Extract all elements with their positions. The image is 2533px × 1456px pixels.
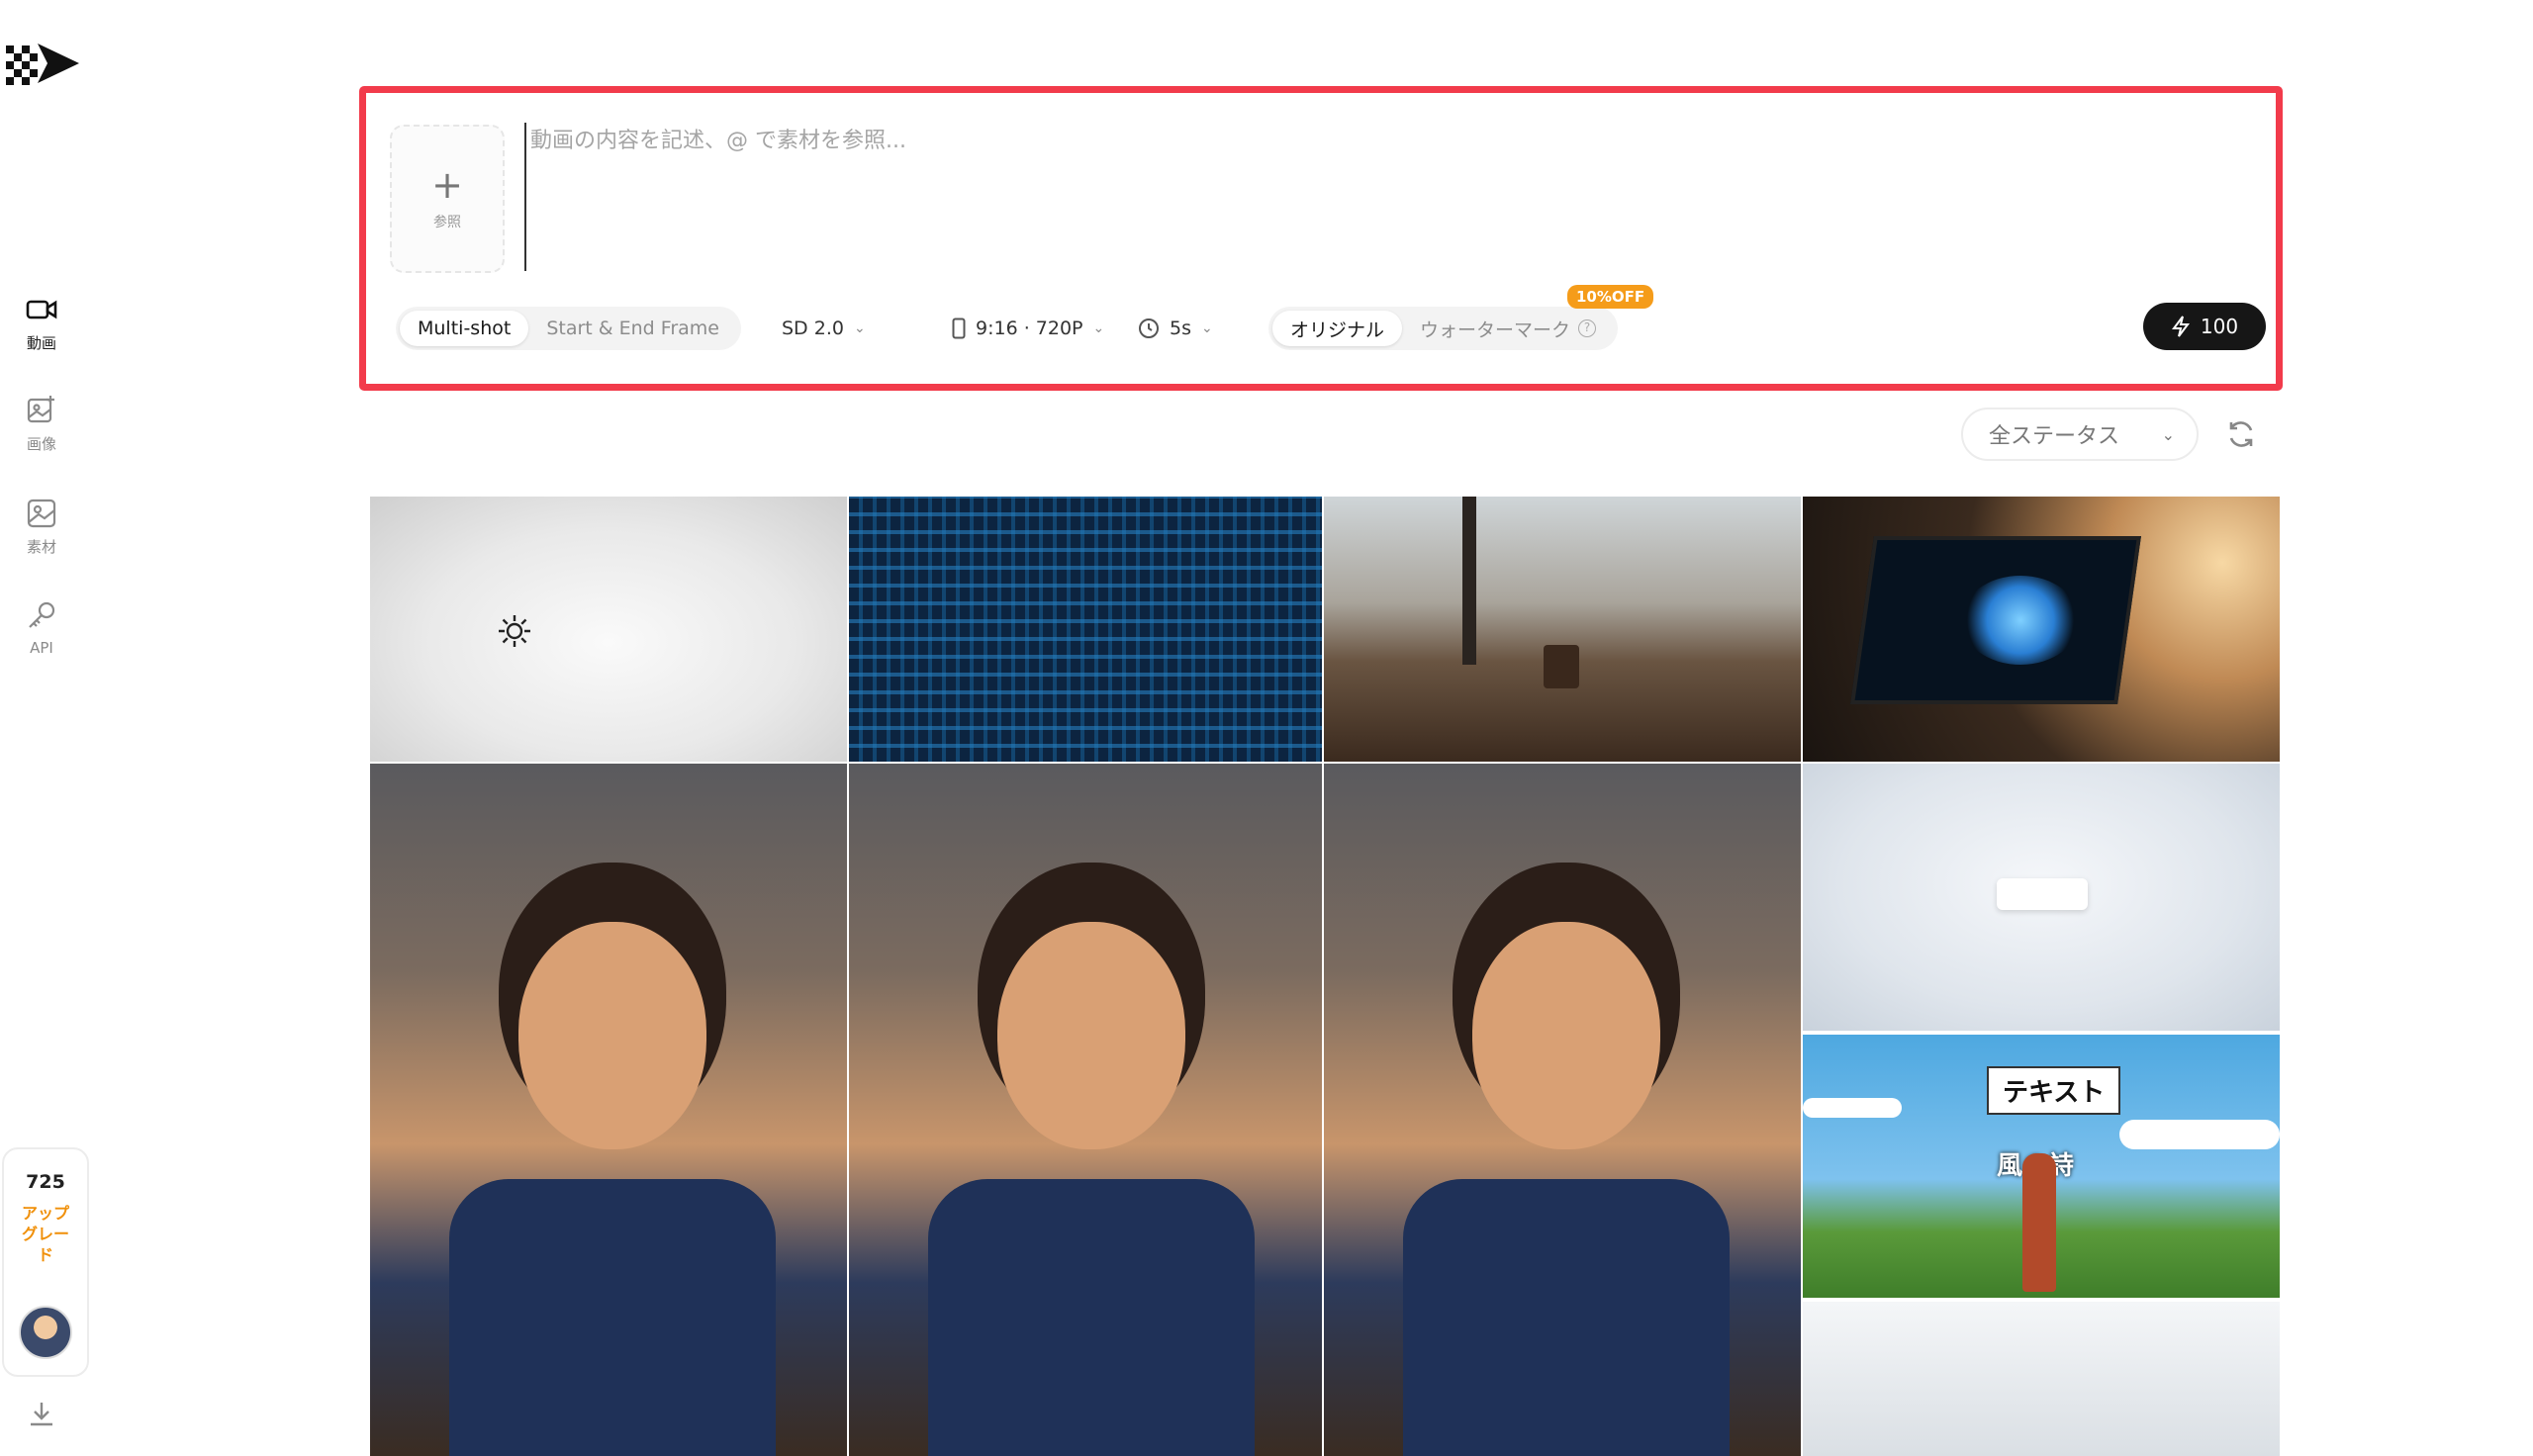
mode-toggle: Multi-shot Start & End Frame [396,307,741,350]
nav-label-video: 動画 [26,334,56,352]
tile-caption: テキスト [1987,1066,2121,1115]
girl-figure [2022,1153,2056,1292]
upgrade-link[interactable]: アップグレード [16,1203,75,1265]
aspect-ratio-value: 9:16 · 720P [976,318,1083,339]
duration-value: 5s [1170,318,1191,339]
composer-toolbar: Multi-shot Start & End Frame SD 2.0 ⌄ 9:… [396,285,2266,350]
lightning-icon [2171,316,2190,337]
generate-button[interactable]: 100 [2143,303,2266,350]
chevron-down-icon: ⌄ [1092,320,1105,336]
sidebar: 動画 画像 素材 API 725 アップグレード [0,0,89,1456]
gallery-item[interactable] [1324,764,1801,1456]
chevron-down-icon: ⌄ [1201,320,1213,336]
watermark-on-button[interactable]: ウォーターマーク? [1402,311,1614,346]
character-hoodie [449,1179,776,1456]
cloud [2119,1120,2280,1149]
avatar[interactable] [19,1306,72,1359]
duration-select[interactable]: 5s ⌄ [1138,307,1213,350]
clock-icon [1139,318,1159,338]
refresh-icon[interactable] [2222,415,2260,453]
status-filter-select[interactable]: 全ステータス ⌄ [1961,408,2199,461]
model-select[interactable]: SD 2.0 ⌄ [782,307,866,350]
chevron-down-icon: ⌄ [853,320,866,336]
phone-portrait-icon [952,318,966,339]
mode-start-end-frame-button[interactable]: Start & End Frame [528,311,737,346]
character-face [518,922,706,1149]
plus-icon: + [431,163,463,207]
app-logo-icon[interactable] [4,40,81,87]
reference-label: 参照 [433,215,461,230]
watermark-original-button[interactable]: オリジナル [1272,311,1403,346]
nav-label-api: API [30,639,53,657]
nav-item-api[interactable]: API [0,599,83,657]
help-icon[interactable]: ? [1578,319,1597,337]
window-frame [1462,497,1476,665]
gallery-item[interactable] [370,764,847,1456]
gallery-item[interactable] [1803,1302,2280,1456]
prompt-input[interactable] [524,123,2206,271]
image-icon [27,499,56,528]
chevron-down-icon: ⌄ [2161,424,2175,444]
key-icon [29,601,55,628]
gallery-item[interactable] [1803,497,2280,762]
character-face [997,922,1185,1149]
watermark-label: ウォーターマーク [1420,318,1571,341]
coffee-cup [1544,645,1579,688]
image-add-icon [27,396,54,423]
cloud [1803,1098,1902,1118]
watermark-toggle: オリジナル ウォーターマーク? [1268,307,1619,350]
gallery-item[interactable] [849,497,1322,762]
loading-gear-icon [499,615,530,647]
model-value: SD 2.0 [782,318,844,339]
app-page: 動画 画像 素材 API 725 アップグレード + 参照 動画の内容を記述、@… [0,0,2533,1456]
nav-label-image: 画像 [26,435,56,453]
gallery-item[interactable] [1803,764,2280,1031]
credits-card: 725 アップグレード [2,1147,89,1377]
video-camera-icon [26,300,57,319]
status-filter-value: 全ステータス [1989,424,2120,449]
discount-badge: 10%OFF [1567,285,1654,309]
chat-bubble [1997,878,2088,910]
gallery-item[interactable] [370,497,847,762]
generate-cost: 100 [2200,315,2239,338]
prompt-composer: + 参照 Multi-shot Start & End Frame SD 2.0… [368,95,2274,384]
nav-item-assets[interactable]: 素材 [0,497,83,557]
download-icon[interactable] [24,1397,59,1432]
gallery-item[interactable] [1324,497,1801,762]
gallery-item[interactable]: テキスト 風の詩 [1803,1035,2280,1298]
nav-label-assets: 素材 [26,538,56,556]
character-hoodie [1403,1179,1730,1456]
character-face [1472,922,1660,1149]
character-hoodie [928,1179,1255,1456]
reference-upload-button[interactable]: + 参照 [390,125,505,273]
nav-item-video[interactable]: 動画 [0,293,83,353]
gallery-item[interactable] [849,764,1322,1456]
aspect-ratio-select[interactable]: 9:16 · 720P ⌄ [952,307,1104,350]
credits-count: 725 [26,1171,65,1193]
nav-item-image[interactable]: 画像 [0,394,83,454]
glowing-brain [1961,576,2080,665]
mode-multi-shot-button[interactable]: Multi-shot [400,311,529,346]
